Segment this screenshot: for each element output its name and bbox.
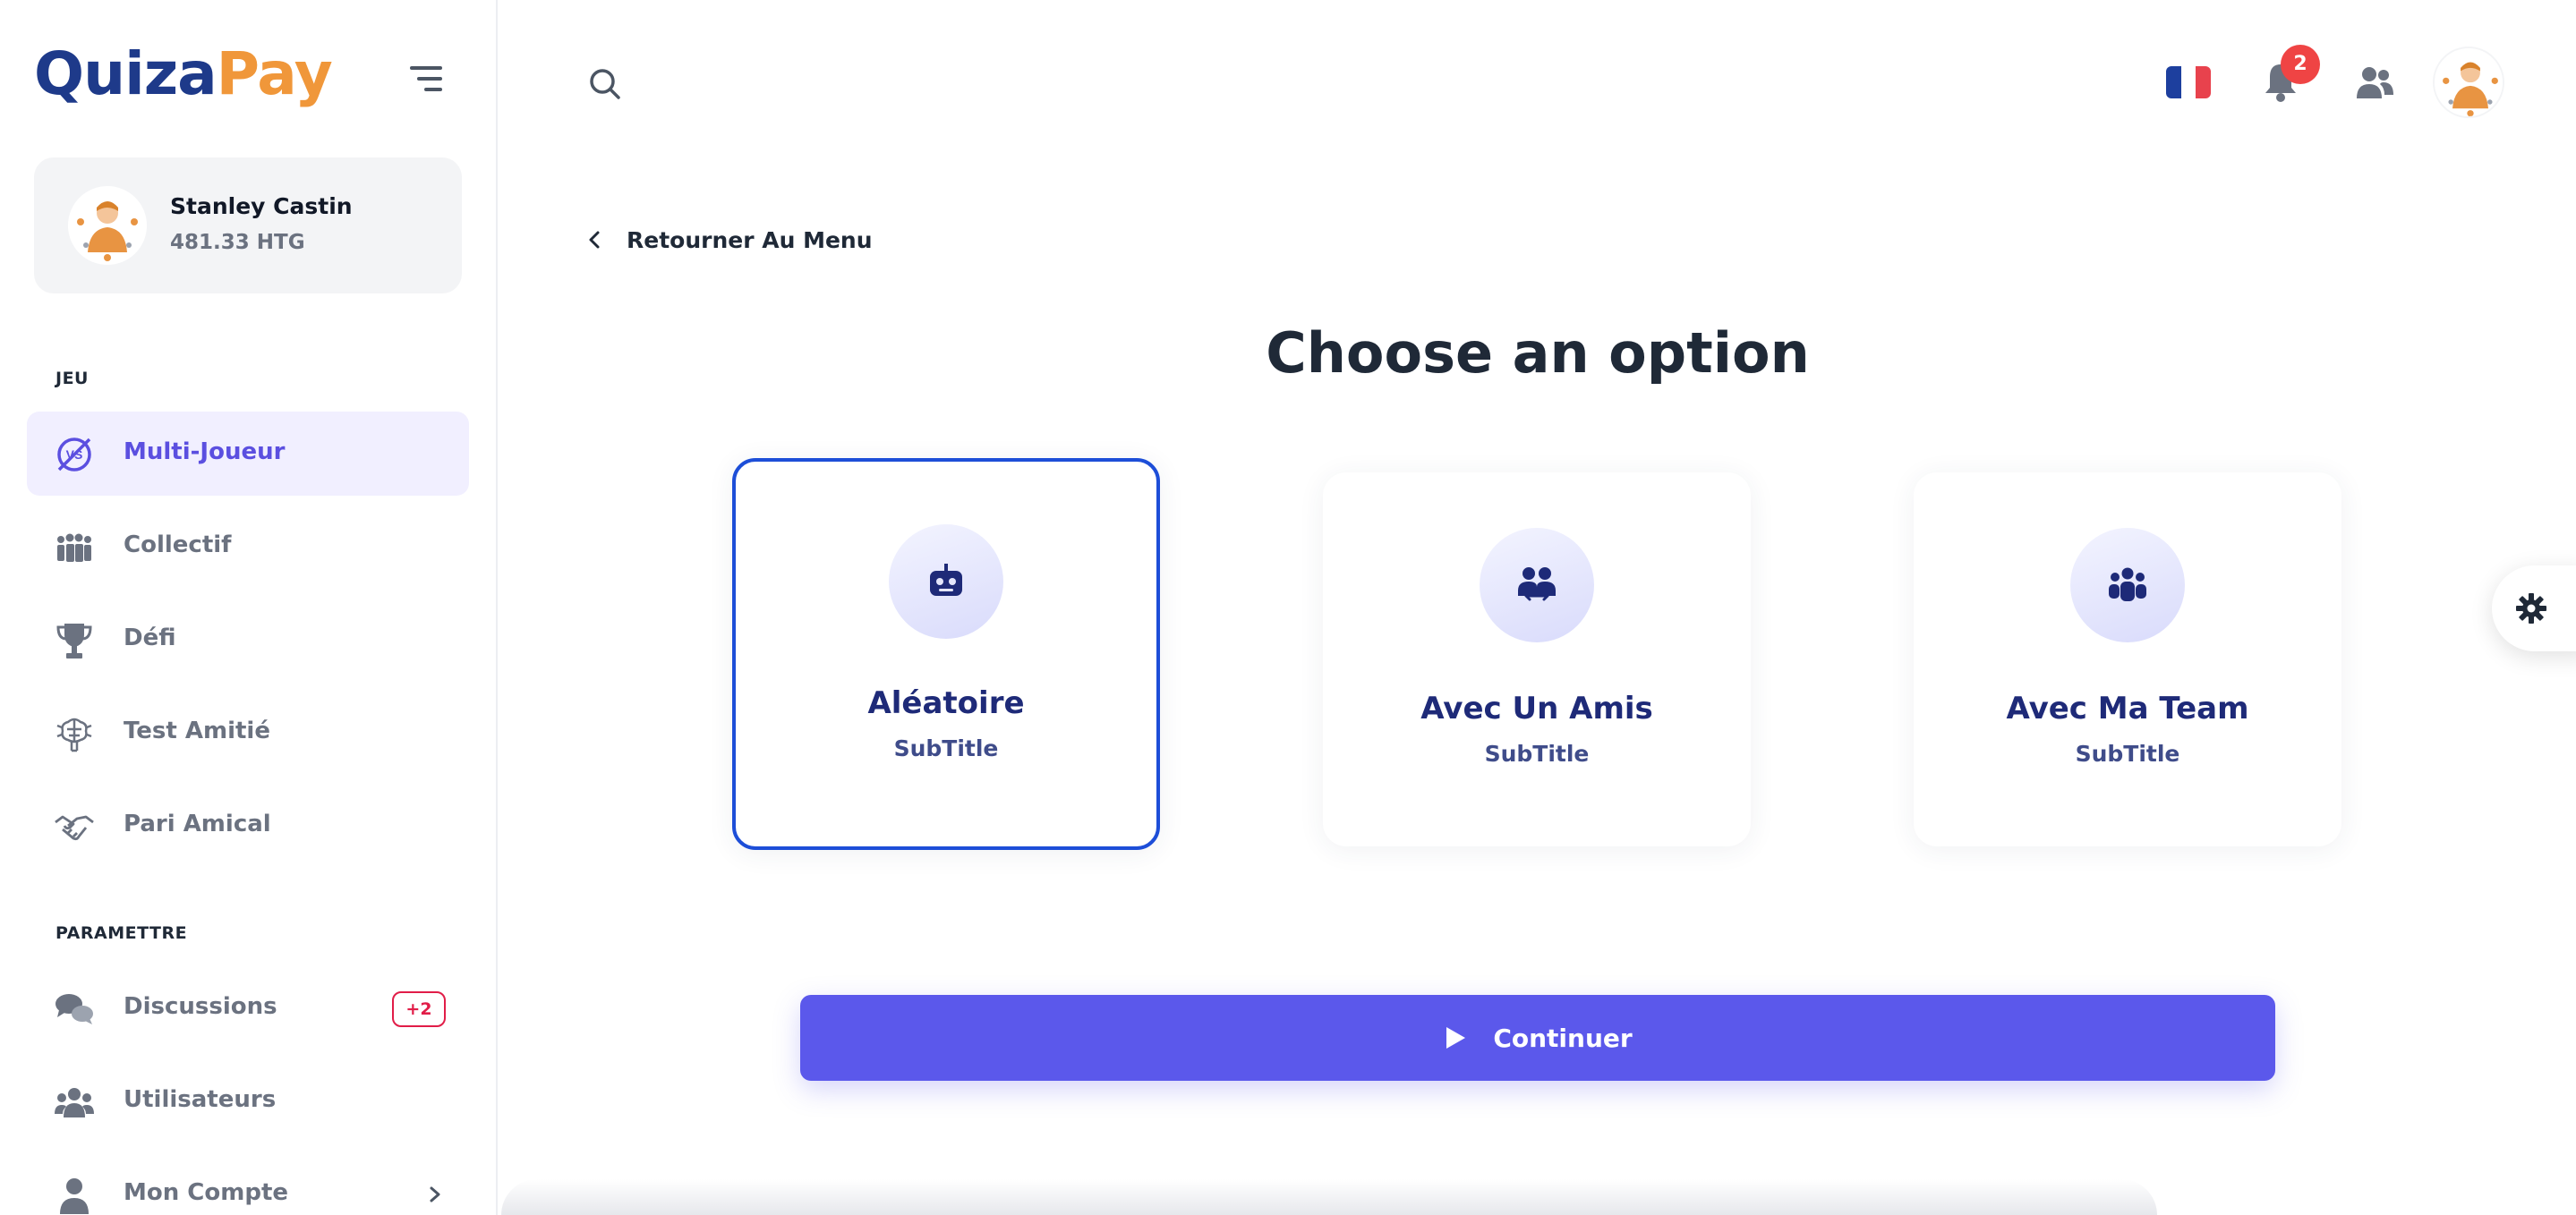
notification-badge: 2: [2281, 45, 2320, 84]
section-label-game: JEU: [55, 369, 89, 388]
option-title: Avec Un Amis: [1420, 691, 1653, 726]
page-title: Choose an option: [1266, 320, 1810, 386]
sidebar-item-mon-compte[interactable]: Mon Compte: [27, 1152, 469, 1215]
continue-label: Continuer: [1493, 1023, 1633, 1053]
users-icon: [55, 1088, 94, 1117]
section-label-settings: PARAMETTRE: [55, 923, 188, 943]
option-subtitle: SubTitle: [893, 735, 999, 761]
team-icon: [2109, 567, 2146, 601]
option-subtitle: SubTitle: [1484, 741, 1590, 767]
sidebar-item-label: Pari Amical: [124, 811, 271, 837]
chat-icon: [55, 994, 93, 1024]
chevron-right-icon: [430, 1186, 440, 1202]
gear-icon: [2516, 593, 2546, 624]
option-icon-circle: [889, 524, 1003, 639]
profile-balance: 481.33 HTG: [170, 231, 305, 254]
logo-text-primary: Quiza: [34, 39, 218, 108]
option-title: Aléatoire: [867, 685, 1025, 721]
sidebar-item-utilisateurs[interactable]: Utilisateurs: [27, 1059, 469, 1143]
sidebar-item-label: Multi-Joueur: [124, 438, 286, 465]
search-icon[interactable]: [585, 64, 625, 104]
group-icon: [57, 533, 91, 562]
continue-button[interactable]: Continuer: [800, 995, 2275, 1081]
back-to-menu-link[interactable]: Retourner Au Menu: [585, 222, 873, 258]
chevron-left-icon: [589, 231, 600, 249]
svg-text:VS: VS: [66, 447, 83, 462]
avatar: [68, 186, 147, 265]
trophy-icon: [56, 624, 92, 658]
option-card-aleatoire[interactable]: Aléatoire SubTitle: [732, 458, 1160, 850]
unread-badge: +2: [392, 991, 446, 1027]
sidebar-item-collectif[interactable]: Collectif: [27, 505, 469, 589]
sidebar-item-label: Défi: [124, 624, 176, 651]
back-link-label: Retourner Au Menu: [627, 226, 873, 253]
flag-fr-icon[interactable]: [2166, 66, 2211, 98]
sidebar-item-pari-amical[interactable]: Pari Amical: [27, 784, 469, 868]
sidebar-item-label: Collectif: [124, 531, 232, 558]
option-subtitle: SubTitle: [2075, 741, 2180, 767]
brain-icon: [56, 718, 92, 752]
profile-name: Stanley Castin: [170, 193, 353, 219]
sidebar: QuizaPay Stanley Castin 481.33 HTG JEU V…: [0, 0, 498, 1215]
handshake-icon: [55, 815, 94, 841]
option-icon-circle: [2070, 528, 2185, 642]
logo-text-secondary: Pay: [216, 39, 333, 108]
settings-fab[interactable]: [2492, 565, 2576, 651]
footer-shadow: [501, 1179, 2157, 1215]
friends-icon: [1518, 567, 1556, 601]
user-icon: [60, 1178, 89, 1214]
sidebar-item-label: Test Amitié: [124, 718, 270, 744]
robot-icon: [930, 564, 962, 596]
sidebar-item-label: Utilisateurs: [124, 1086, 277, 1113]
sidebar-item-test-amitie[interactable]: Test Amitié: [27, 691, 469, 775]
user-avatar[interactable]: [2433, 47, 2504, 118]
sidebar-item-multi-joueur[interactable]: VS Multi-Joueur: [27, 412, 469, 496]
sidebar-item-label: Mon Compte: [124, 1179, 289, 1206]
play-icon: [1446, 1027, 1466, 1049]
option-icon-circle: [1480, 528, 1594, 642]
app-logo[interactable]: QuizaPay: [34, 39, 333, 108]
option-card-avec-ma-team[interactable]: Avec Ma Team SubTitle: [1914, 472, 2341, 846]
users-icon[interactable]: [2354, 64, 2395, 100]
profile-card[interactable]: Stanley Castin 481.33 HTG: [34, 157, 462, 293]
option-card-avec-un-amis[interactable]: Avec Un Amis SubTitle: [1323, 472, 1751, 846]
option-title: Avec Ma Team: [2006, 691, 2249, 726]
sidebar-item-label: Discussions: [124, 993, 277, 1020]
sidebar-item-defi[interactable]: Défi: [27, 598, 469, 682]
vs-icon: VS: [57, 438, 91, 472]
sidebar-item-discussions[interactable]: Discussions +2: [27, 966, 469, 1050]
menu-toggle-icon[interactable]: [410, 66, 442, 91]
